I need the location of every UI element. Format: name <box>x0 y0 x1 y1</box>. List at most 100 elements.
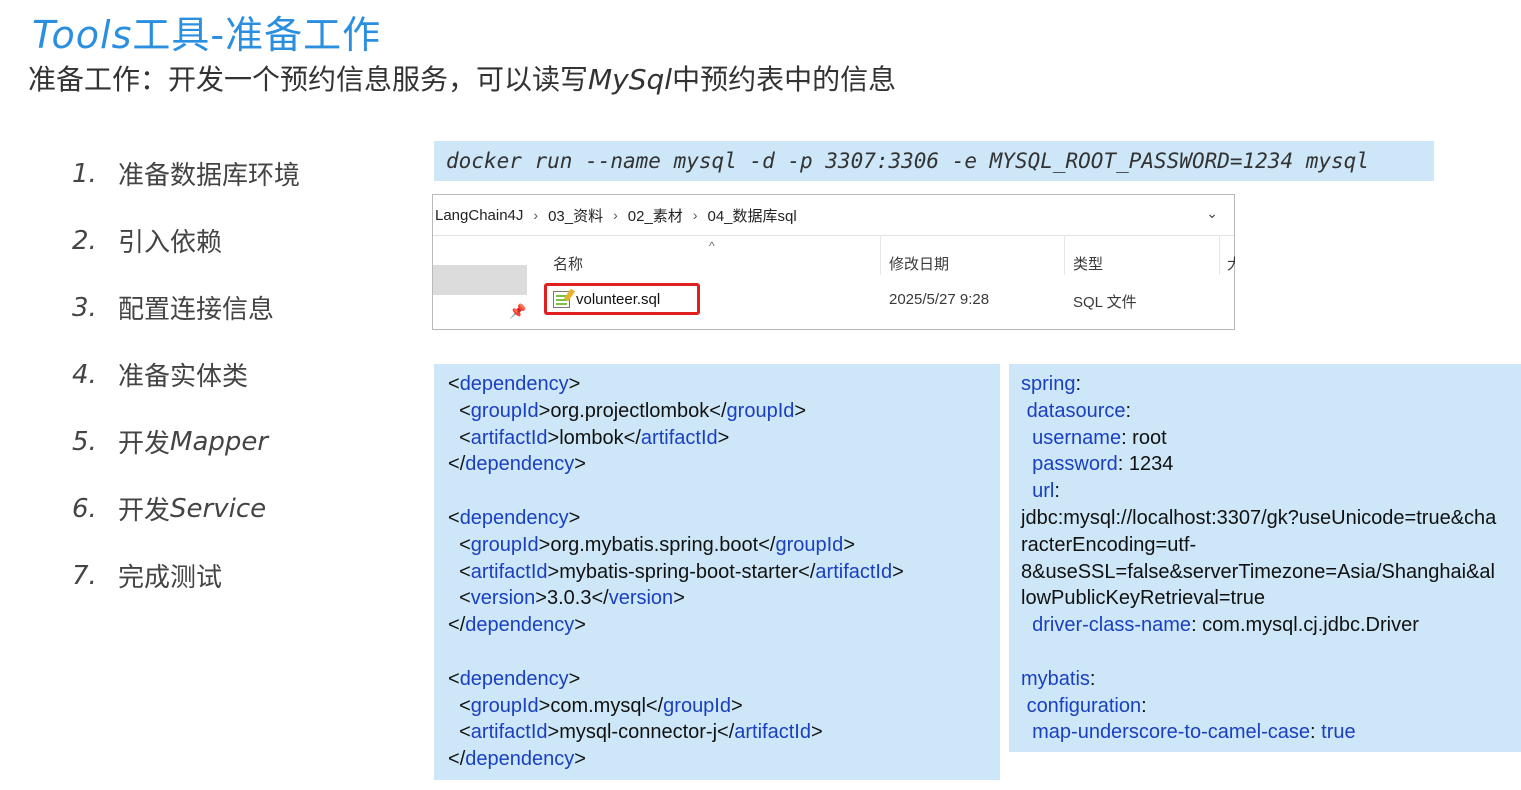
step-number: 4. <box>72 359 97 390</box>
yaml-config-block: spring: datasource: username: root passw… <box>1009 364 1521 752</box>
breadcrumb[interactable]: LangChain4J › 03_资料 › 02_素材 › 04_数据库sql … <box>433 195 1234 236</box>
yaml-line: spring: <box>1021 373 1082 395</box>
yaml-key: driver-class-name <box>1032 614 1192 637</box>
step-list: 1. 准备数据库环境 2. 引入依赖 3. 配置连接信息 4. 准备实体类 5. 开发 Ma… <box>72 140 300 609</box>
step-item: 4. 准备实体类 <box>72 341 300 408</box>
xml-tag: groupId <box>775 533 844 556</box>
yaml-key: datasource <box>1026 399 1126 422</box>
xml-value: mysql-connector-j <box>559 721 718 744</box>
yaml-value: racterEncoding=utf- <box>1021 533 1197 556</box>
file-modified: 2025/5/27 9:28 <box>889 291 990 308</box>
column-header-type[interactable]: 类型 <box>1073 253 1103 274</box>
yaml-key: mybatis <box>1021 667 1090 690</box>
file-name[interactable]: volunteer.sql <box>576 291 660 308</box>
breadcrumb-item[interactable]: 02_素材 <box>628 205 683 226</box>
column-divider[interactable] <box>880 235 881 275</box>
step-latin: Service <box>170 493 267 524</box>
sort-ascending-icon: ^ <box>709 239 715 253</box>
step-number: 5. <box>72 426 97 457</box>
yaml-line <box>1021 639 1521 666</box>
step-text: 准备实体类 <box>118 362 249 392</box>
subtitle-pre: 准备工作：开发一个预约信息服务，可以读写 <box>28 63 589 96</box>
yaml-key: configuration <box>1026 694 1142 717</box>
xml-line: <artifactId>lombok</artifactId> <box>448 426 730 449</box>
step-item: 2. 引入依赖 <box>72 207 300 274</box>
title-latin: Tools <box>32 13 133 57</box>
xml-tag: artifactId <box>640 426 718 449</box>
xml-line: <version>3.0.3</version> <box>448 587 685 610</box>
xml-line: <dependency> <box>448 506 581 529</box>
xml-tag: artifactId <box>815 560 893 583</box>
column-header-name[interactable]: 名称 <box>553 253 583 274</box>
yaml-value: com.mysql.cj.jdbc.Driver <box>1196 614 1419 637</box>
breadcrumb-item[interactable]: 03_资料 <box>548 205 603 226</box>
column-divider[interactable] <box>1219 235 1220 275</box>
xml-line: <groupId>org.mybatis.spring.boot</groupI… <box>448 533 855 556</box>
yaml-key: username <box>1032 426 1122 449</box>
xml-line: <groupId>org.projectlombok</groupId> <box>448 399 807 422</box>
pin-icon[interactable]: 📌 <box>509 303 526 320</box>
yaml-value: 8&useSSL=false&serverTimezone=Asia/Shang… <box>1021 560 1495 583</box>
file-row-highlight[interactable]: volunteer.sql <box>544 283 700 315</box>
subtitle-post: 中预约表中的信息 <box>672 63 897 96</box>
yaml-key: map-underscore-to-camel-case <box>1032 721 1311 744</box>
xml-line: </dependency> <box>448 614 586 637</box>
xml-value: org.mybatis.spring.boot <box>550 533 759 556</box>
xml-value: mybatis-spring-boot-starter <box>559 560 799 583</box>
step-number: 6. <box>72 493 97 524</box>
xml-value: 3.0.3 <box>546 587 592 610</box>
xml-tag: dependency <box>465 453 575 476</box>
yaml-line: racterEncoding=utf- <box>1021 532 1521 559</box>
step-latin: Mapper <box>170 426 269 457</box>
step-number: 2. <box>72 225 97 256</box>
page-subtitle: 准备工作：开发一个预约信息服务，可以读写MySql中预约表中的信息 <box>28 58 896 98</box>
xml-tag: artifactId <box>734 721 811 744</box>
step-text: 配置连接信息 <box>118 295 275 325</box>
yaml-line: map-underscore-to-camel-case: true <box>1032 721 1356 744</box>
xml-line: </dependency> <box>448 453 586 476</box>
nav-pane-item[interactable] <box>433 265 527 295</box>
yaml-value: jdbc:mysql://localhost:3307/gk?useUnicod… <box>1021 506 1497 529</box>
yaml-line: 8&useSSL=false&serverTimezone=Asia/Shang… <box>1021 559 1521 586</box>
yaml-value: lowPublicKeyRetrieval=true <box>1021 587 1266 610</box>
xml-line: <artifactId>mybatis-spring-boot-starter<… <box>448 560 904 583</box>
xml-tag: groupId <box>470 399 539 422</box>
yaml-line: driver-class-name: com.mysql.cj.jdbc.Dri… <box>1032 614 1419 637</box>
step-text: 准备数据库环境 <box>118 161 301 191</box>
title-cjk: 工具-准备工作 <box>132 13 382 57</box>
chevron-right-icon: › <box>533 207 539 223</box>
step-text: 开发 <box>118 429 171 459</box>
column-header-modified[interactable]: 修改日期 <box>889 253 949 274</box>
chevron-right-icon: › <box>692 207 698 223</box>
xml-tag: groupId <box>726 399 795 422</box>
yaml-line: jdbc:mysql://localhost:3307/gk?useUnicod… <box>1021 505 1521 532</box>
step-item: 6. 开发 Service <box>72 475 300 542</box>
yaml-line: mybatis: <box>1021 667 1096 690</box>
page-title: Tools工具-准备工作 <box>32 4 381 59</box>
chevron-down-icon[interactable]: ⌄ <box>1206 205 1218 222</box>
yaml-line: password: 1234 <box>1032 453 1174 476</box>
step-item: 3. 配置连接信息 <box>72 274 300 341</box>
breadcrumb-item[interactable]: 04_数据库sql <box>707 205 796 226</box>
yaml-line: lowPublicKeyRetrieval=true <box>1021 585 1521 612</box>
subtitle-em: MySql <box>588 63 673 96</box>
xml-line: <artifactId>mysql-connector-j</artifactI… <box>448 721 823 744</box>
docker-command: docker run --name mysql -d -p 3307:3306 … <box>434 141 1434 181</box>
column-divider[interactable] <box>1064 235 1065 275</box>
column-header-size[interactable]: 大 <box>1227 253 1235 274</box>
chevron-right-icon: › <box>613 207 618 223</box>
step-item: 5. 开发 Mapper <box>72 408 300 475</box>
step-number: 7. <box>72 560 97 591</box>
xml-tag: dependency <box>465 614 575 637</box>
breadcrumb-item[interactable]: LangChain4J <box>435 207 523 224</box>
xml-tag: version <box>608 587 674 610</box>
step-number: 3. <box>72 292 97 323</box>
yaml-value: true <box>1315 721 1356 744</box>
xml-value: org.projectlombok <box>550 399 710 422</box>
step-number: 1. <box>72 158 97 189</box>
xml-tag: groupId <box>663 694 731 717</box>
sql-file-icon <box>553 290 570 308</box>
xml-tag: groupId <box>470 533 539 556</box>
